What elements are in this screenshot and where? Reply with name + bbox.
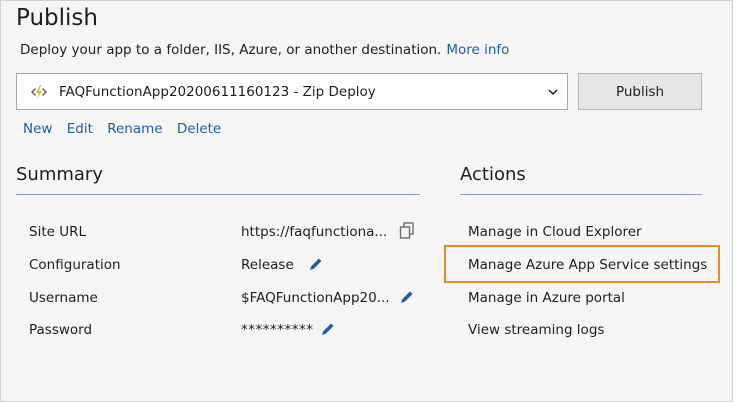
profile-actions: New Edit Rename Delete [23, 121, 231, 137]
publish-profile-dropdown[interactable]: FAQFunctionApp20200611160123 - Zip Deplo… [16, 73, 568, 110]
actions-heading: Actions [460, 164, 526, 185]
delete-profile-link[interactable]: Delete [177, 121, 221, 137]
edit-configuration-pencil-icon[interactable] [306, 255, 326, 273]
view-streaming-logs-link[interactable]: View streaming logs [468, 322, 604, 338]
username-label: Username [29, 290, 98, 306]
rename-profile-link[interactable]: Rename [107, 121, 162, 137]
page-title: Publish [16, 5, 98, 31]
manage-azure-portal-link[interactable]: Manage in Azure portal [468, 290, 625, 306]
username-value: $FAQFunctionApp20... [241, 290, 390, 306]
description-text: Deploy your app to a folder, IIS, Azure,… [20, 42, 442, 58]
summary-divider [16, 194, 420, 195]
publish-button[interactable]: Publish [578, 73, 702, 110]
site-url-link[interactable]: https://faqfunctiona... [241, 224, 387, 240]
edit-password-pencil-icon[interactable] [318, 320, 338, 338]
configuration-value: Release [241, 257, 294, 273]
new-profile-link[interactable]: New [23, 121, 52, 137]
azure-function-icon [27, 80, 51, 104]
password-value: ********** [241, 322, 314, 338]
manage-cloud-explorer-link[interactable]: Manage in Cloud Explorer [468, 224, 642, 240]
more-info-link[interactable]: More info [446, 42, 509, 58]
publish-panel: Publish Deploy your app to a folder, IIS… [0, 0, 733, 402]
selected-profile-label: FAQFunctionApp20200611160123 - Zip Deplo… [59, 83, 376, 100]
site-url-label: Site URL [29, 224, 86, 240]
manage-app-service-settings-link[interactable]: Manage Azure App Service settings [468, 257, 707, 273]
page-description: Deploy your app to a folder, IIS, Azure,… [20, 42, 509, 58]
copy-icon[interactable] [397, 221, 417, 241]
configuration-label: Configuration [29, 257, 121, 273]
summary-heading: Summary [16, 164, 103, 185]
chevron-down-icon [543, 89, 563, 95]
edit-profile-link[interactable]: Edit [67, 121, 93, 137]
password-label: Password [29, 322, 93, 338]
edit-username-pencil-icon[interactable] [397, 288, 417, 306]
actions-divider [460, 194, 702, 195]
